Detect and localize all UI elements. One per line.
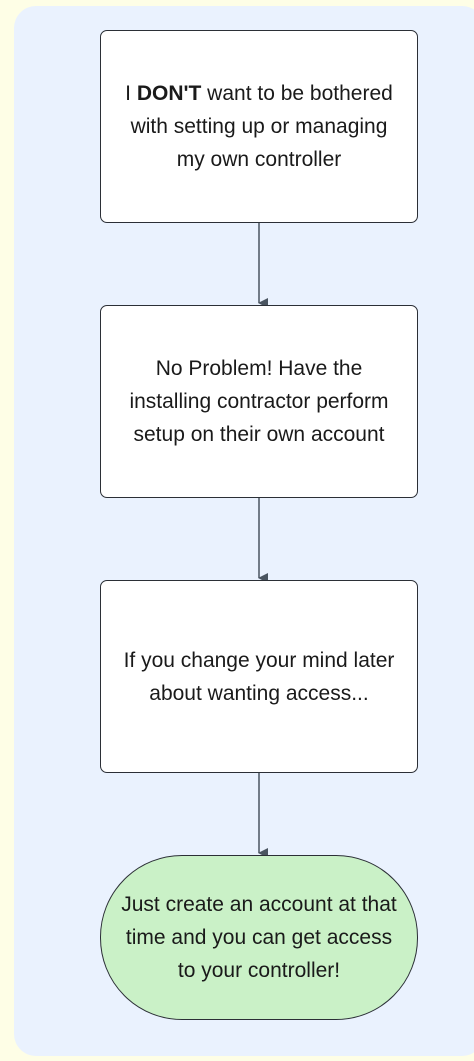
- node-text: If you change your mind later about want…: [123, 648, 395, 705]
- flow-node-change-mind: If you change your mind later about want…: [100, 580, 418, 773]
- node-text-prefix: I: [125, 82, 137, 105]
- flow-node-dont-want-setup: I DON'T want to be bothered with setting…: [100, 30, 418, 223]
- node-text: Just create an account at that time and …: [121, 893, 397, 982]
- node-text-emphasis: DON'T: [136, 82, 202, 105]
- flow-terminal-create-account: Just create an account at that time and …: [100, 855, 418, 1020]
- node-text: I DON'T want to be bothered with setting…: [115, 77, 403, 176]
- node-text: No Problem! Have the installing contract…: [129, 357, 389, 446]
- flow-node-contractor-setup: No Problem! Have the installing contract…: [100, 305, 418, 498]
